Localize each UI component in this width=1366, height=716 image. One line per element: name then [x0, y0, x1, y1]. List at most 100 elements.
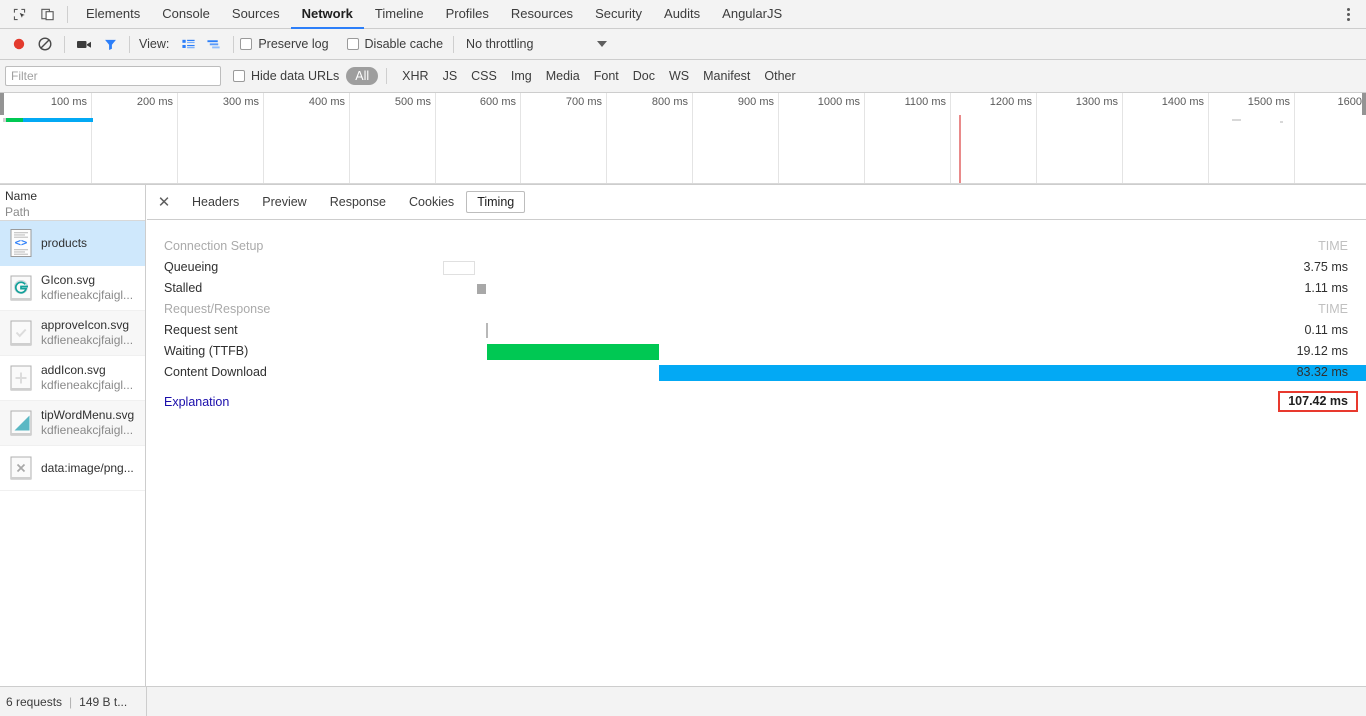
preserve-log-label: Preserve log	[258, 37, 329, 51]
tab-audits[interactable]: Audits	[653, 0, 711, 29]
filter-type-media[interactable]: Media	[539, 67, 587, 85]
request-row-data-image-png[interactable]: data:image/png...	[0, 446, 145, 491]
tab-profiles[interactable]: Profiles	[435, 0, 500, 29]
request-row-gicon-svg[interactable]: GIcon.svg kdfieneakcjfaigl...	[0, 266, 145, 311]
ruler-divider	[435, 93, 436, 184]
request-path: kdfieneakcjfaigl...	[41, 333, 134, 347]
toolbar-divider	[453, 35, 455, 53]
record-icon[interactable]	[6, 31, 32, 57]
inspect-element-icon[interactable]	[5, 0, 33, 28]
chevron-down-icon	[597, 41, 608, 47]
view-waterfall-icon[interactable]	[201, 31, 227, 57]
tab-preview[interactable]: Preview	[251, 191, 317, 213]
filter-type-xhr[interactable]: XHR	[395, 67, 435, 85]
timing-value: 19.12 ms	[1296, 344, 1348, 358]
ruler-tick-label: 1100 ms	[904, 96, 946, 108]
ruler-divider	[864, 93, 865, 184]
view-list-icon[interactable]	[175, 31, 201, 57]
throttling-value: No throttling	[466, 37, 534, 51]
ruler-tick-label: 1000 ms	[817, 96, 860, 108]
detail-tab-bar: ✕ Headers Preview Response Cookies Timin…	[147, 185, 1366, 220]
timing-row-request-sent[interactable]: Request sent 0.11 ms	[147, 320, 1366, 341]
checkmark-image-icon	[8, 318, 34, 348]
device-toolbar-icon[interactable]	[33, 0, 61, 28]
timing-label: Queueing	[164, 260, 219, 274]
tab-network[interactable]: Network	[290, 0, 364, 29]
tab-elements[interactable]: Elements	[75, 0, 151, 29]
timing-column-header: TIME	[1318, 239, 1348, 253]
filter-type-other[interactable]: Other	[757, 67, 802, 85]
request-row-approveicon-svg[interactable]: approveIcon.svg kdfieneakcjfaigl...	[0, 311, 145, 356]
hide-data-urls-checkbox[interactable]: Hide data URLs	[233, 69, 339, 83]
tab-angularjs[interactable]: AngularJS	[711, 0, 793, 29]
tab-security[interactable]: Security	[584, 0, 653, 29]
filter-type-css[interactable]: CSS	[464, 67, 504, 85]
request-row-text: addIcon.svg kdfieneakcjfaigl...	[41, 363, 133, 393]
status-requests-count: 6 requests	[6, 694, 63, 709]
tab-headers[interactable]: Headers	[181, 191, 250, 213]
filter-funnel-icon[interactable]	[97, 31, 123, 57]
overview-grabber-right[interactable]	[1362, 93, 1366, 115]
request-path: kdfieneakcjfaigl...	[41, 423, 134, 437]
timing-value: 0.11 ms	[1304, 323, 1348, 337]
view-label: View:	[139, 37, 170, 51]
checkbox-box	[240, 38, 253, 50]
explanation-link[interactable]: Explanation	[164, 395, 229, 409]
network-overview[interactable]: 100 ms 200 ms 300 ms 400 ms 500 ms 600 m…	[0, 93, 1366, 185]
request-list-header: Name Path	[0, 185, 145, 221]
timing-row-stalled[interactable]: Stalled 1.11 ms	[147, 278, 1366, 299]
throttling-select[interactable]: No throttling	[466, 37, 608, 51]
timing-group-request-response: Request/Response TIME	[147, 299, 1366, 320]
clear-icon[interactable]	[32, 31, 58, 57]
overview-baseline	[0, 183, 1366, 184]
filter-type-manifest[interactable]: Manifest	[696, 67, 757, 85]
overview-grabber-left[interactable]	[0, 93, 4, 115]
timing-row-waiting-ttfb[interactable]: Waiting (TTFB) 19.12 ms	[147, 341, 1366, 362]
tab-timing[interactable]: Timing	[466, 191, 526, 213]
devtools-tab-bar: Elements Console Sources Network Timelin…	[0, 0, 1366, 29]
timing-row-content-download[interactable]: Content Download 83.32 ms	[147, 362, 1366, 383]
tab-console[interactable]: Console	[151, 0, 221, 29]
broken-image-icon	[8, 453, 34, 483]
status-bar-divider	[146, 687, 147, 716]
filter-type-ws[interactable]: WS	[662, 67, 696, 85]
more-options-icon[interactable]	[1338, 4, 1358, 26]
disable-cache-checkbox[interactable]: Disable cache	[346, 37, 443, 51]
tab-cookies[interactable]: Cookies	[398, 191, 465, 213]
load-event-line	[959, 115, 961, 184]
close-icon[interactable]: ✕	[155, 193, 173, 211]
timing-total-row: Explanation 107.42 ms	[147, 391, 1366, 417]
request-row-tipwordmenu-svg[interactable]: tipWordMenu.svg kdfieneakcjfaigl...	[0, 401, 145, 446]
hide-data-urls-label: Hide data URLs	[251, 69, 340, 83]
timing-label: Request sent	[164, 323, 238, 337]
request-row-products[interactable]: <> products	[0, 221, 145, 266]
timing-row-queueing[interactable]: Queueing 3.75 ms	[147, 257, 1366, 278]
tab-bar-right	[1338, 0, 1358, 29]
tab-timeline[interactable]: Timeline	[364, 0, 435, 29]
tab-response[interactable]: Response	[319, 191, 397, 213]
ruler-tick-label: 100 ms	[50, 96, 87, 108]
ruler-tick-label: 900 ms	[737, 96, 774, 108]
filter-type-js[interactable]: JS	[436, 67, 465, 85]
filter-type-doc[interactable]: Doc	[626, 67, 662, 85]
timing-group-label: Request/Response	[164, 302, 271, 316]
request-name: approveIcon.svg	[41, 318, 130, 332]
filter-type-all[interactable]: All	[346, 67, 379, 85]
overview-seg-waiting	[6, 118, 23, 122]
tab-resources[interactable]: Resources	[500, 0, 584, 29]
filter-type-img[interactable]: Img	[504, 67, 539, 85]
timing-label: Stalled	[164, 281, 203, 295]
preserve-log-checkbox[interactable]: Preserve log	[240, 37, 329, 51]
ruler-divider	[1294, 93, 1295, 184]
screenshot-camera-icon[interactable]	[71, 31, 97, 57]
ruler-divider	[349, 93, 350, 184]
status-bar: 6 requests | 149 B t...	[0, 686, 1366, 716]
tab-sources[interactable]: Sources	[221, 0, 291, 29]
ruler-tick-label: 1500 ms	[1247, 96, 1290, 108]
request-row-text: products	[41, 236, 87, 251]
filter-input[interactable]	[5, 66, 221, 86]
request-row-addicon-svg[interactable]: addIcon.svg kdfieneakcjfaigl...	[0, 356, 145, 401]
ruler-tick-label: 1300 ms	[1075, 96, 1118, 108]
timing-bar-download	[659, 365, 1366, 381]
filter-type-font[interactable]: Font	[587, 67, 626, 85]
